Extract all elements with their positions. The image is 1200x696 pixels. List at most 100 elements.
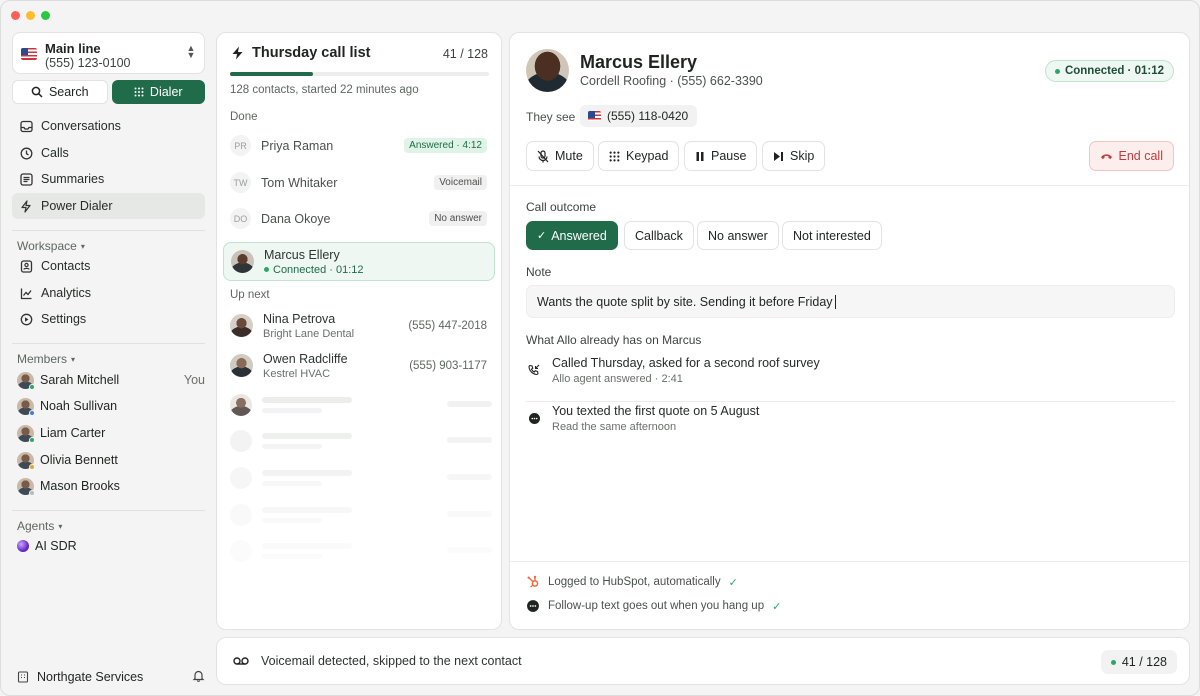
- outcome-label: Not interested: [793, 228, 871, 243]
- history-subtitle: Read the same afternoon: [552, 421, 677, 433]
- history-title: You texted the first quote on 5 August: [552, 404, 760, 418]
- contact-row-marcus-ellery[interactable]: Marcus Ellery Connected · 01:12: [223, 242, 495, 281]
- loading-row: [230, 430, 492, 452]
- contact-name: Tom Whitaker: [261, 175, 338, 190]
- loading-row: [230, 394, 492, 416]
- nav-analytics[interactable]: Analytics: [12, 280, 205, 306]
- contact-name: Priya Raman: [261, 138, 334, 153]
- history-item: You texted the first quote on 5 August R…: [526, 404, 1175, 433]
- avatar: [230, 354, 253, 377]
- loading-row: [230, 504, 492, 526]
- mic-off-icon: [537, 149, 549, 162]
- member-sarah-mitchell[interactable]: Sarah Mitchell You: [17, 370, 205, 390]
- workspace-section-toggle[interactable]: Workspace ▾: [17, 239, 85, 253]
- note-text: Wants the quote split by site. Sending i…: [537, 294, 833, 309]
- inbox-icon: [19, 119, 33, 133]
- mode-switch: Search Dialer: [12, 80, 205, 104]
- nav-contacts[interactable]: Contacts: [12, 253, 205, 279]
- contact-row-tom-whitaker[interactable]: TW Tom Whitaker Voicemail: [223, 164, 495, 201]
- zoom-window-button[interactable]: [41, 11, 50, 20]
- member-name: Noah Sullivan: [40, 399, 118, 413]
- chevron-up-down-icon: ▲ ▼: [186, 43, 196, 60]
- outcome-badge: Answered · 4:12: [404, 138, 487, 153]
- call-list-title: Thursday call list: [252, 45, 371, 61]
- nav-summaries[interactable]: Summaries: [12, 166, 205, 192]
- outcome-callback-button[interactable]: Callback: [624, 221, 694, 250]
- skip-button[interactable]: Skip: [762, 141, 826, 171]
- call-list-panel: Thursday call list 41 / 128 128 contacts…: [216, 32, 502, 630]
- call-status-text: Connected · 01:12: [273, 263, 364, 276]
- mute-label: Mute: [555, 149, 583, 163]
- nav-settings[interactable]: Settings: [12, 306, 205, 332]
- agents-section-toggle[interactable]: Agents ▾: [17, 519, 62, 533]
- call-outcome-label: Call outcome: [526, 200, 597, 214]
- message-icon: [526, 410, 542, 426]
- divider: [12, 510, 205, 511]
- contact-row-nina-petrova[interactable]: Nina Petrova Bright Lane Dental (555) 44…: [223, 307, 495, 344]
- org-switcher[interactable]: Northgate Services: [17, 669, 205, 685]
- chevron-down-icon: ▾: [71, 354, 76, 364]
- initials-avatar: DO: [230, 208, 251, 229]
- us-flag-icon: [21, 48, 37, 60]
- outcome-label: Answered: [551, 228, 607, 243]
- bell-icon[interactable]: [192, 669, 205, 685]
- nav-conversations[interactable]: Conversations: [12, 113, 205, 139]
- pause-button[interactable]: Pause: [684, 141, 758, 171]
- bolt-icon: [232, 46, 243, 60]
- member-name: Olivia Bennett: [40, 453, 118, 467]
- hubspot-icon: [527, 575, 539, 588]
- avatar: [17, 397, 35, 416]
- agent-ai-sdr[interactable]: AI SDR: [17, 536, 205, 556]
- history-subtitle: Allo agent answered · 2:41: [552, 373, 683, 385]
- member-olivia-bennett[interactable]: Olivia Bennett: [17, 450, 205, 470]
- end-call-button[interactable]: End call: [1088, 141, 1174, 171]
- contact-name: Marcus Ellery: [580, 52, 698, 72]
- close-window-button[interactable]: [11, 11, 20, 20]
- member-mason-brooks[interactable]: Mason Brooks: [17, 476, 205, 496]
- search-button[interactable]: Search: [12, 80, 108, 104]
- contact-company: Kestrel HVAC: [263, 367, 331, 380]
- outcome-not-interested-button[interactable]: Not interested: [782, 221, 882, 250]
- keypad-label: Keypad: [626, 149, 669, 163]
- nav-label: Summaries: [41, 172, 105, 186]
- caller-id-number: (555) 118-0420: [607, 109, 689, 123]
- contact-row-priya-raman[interactable]: PR Priya Raman Answered · 4:12: [223, 127, 495, 164]
- minimize-window-button[interactable]: [26, 11, 35, 20]
- outcome-answered-button[interactable]: ✓ Answered: [526, 221, 618, 250]
- history-item: Called Thursday, asked for a second roof…: [526, 356, 1175, 385]
- dialer-button-label: Dialer: [149, 85, 183, 99]
- building-icon: [17, 671, 29, 683]
- us-flag-icon: [588, 111, 601, 121]
- agents-title: Agents: [17, 519, 55, 533]
- dialer-button[interactable]: Dialer: [111, 80, 205, 104]
- nav-label: Analytics: [41, 286, 92, 300]
- member-noah-sullivan[interactable]: Noah Sullivan: [17, 396, 205, 416]
- nav-power-dialer[interactable]: Power Dialer: [12, 193, 205, 219]
- outcome-no-answer-button[interactable]: No answer: [697, 221, 779, 250]
- member-name: Sarah Mitchell: [40, 373, 120, 387]
- contact-row-dana-okoye[interactable]: DO Dana Okoye No answer: [223, 200, 495, 237]
- nav-calls[interactable]: Calls: [12, 140, 205, 166]
- members-section-toggle[interactable]: Members ▾: [17, 352, 75, 366]
- mute-button[interactable]: Mute: [526, 141, 594, 171]
- chevron-down-icon: ▾: [80, 241, 85, 251]
- hubspot-log-text: Logged to HubSpot, automatically: [548, 576, 721, 588]
- avatar: [231, 250, 254, 273]
- member-liam-carter[interactable]: Liam Carter: [17, 423, 205, 443]
- avatar: [17, 424, 35, 443]
- line-selector[interactable]: Main line (555) 123-0100 ▲ ▼: [12, 32, 205, 74]
- live-dot: [1110, 659, 1116, 665]
- call-status-badge: Connected · 01:12: [1044, 60, 1174, 82]
- live-dot: [1054, 68, 1060, 74]
- skip-label: Skip: [790, 149, 815, 163]
- call-list-count: 41 / 128: [442, 47, 488, 61]
- caller-id-chip[interactable]: (555) 118-0420: [580, 105, 698, 127]
- hang-up-icon: [1100, 154, 1112, 159]
- nav-label: Power Dialer: [41, 199, 113, 213]
- contact-row-owen-radcliffe[interactable]: Owen Radcliffe Kestrel HVAC (555) 903-11…: [223, 347, 495, 384]
- list-icon: [19, 172, 33, 186]
- keypad-button[interactable]: Keypad: [598, 141, 680, 171]
- pause-label: Pause: [711, 149, 747, 163]
- presence-dot: [29, 463, 35, 470]
- note-input[interactable]: Wants the quote split by site. Sending i…: [526, 285, 1175, 318]
